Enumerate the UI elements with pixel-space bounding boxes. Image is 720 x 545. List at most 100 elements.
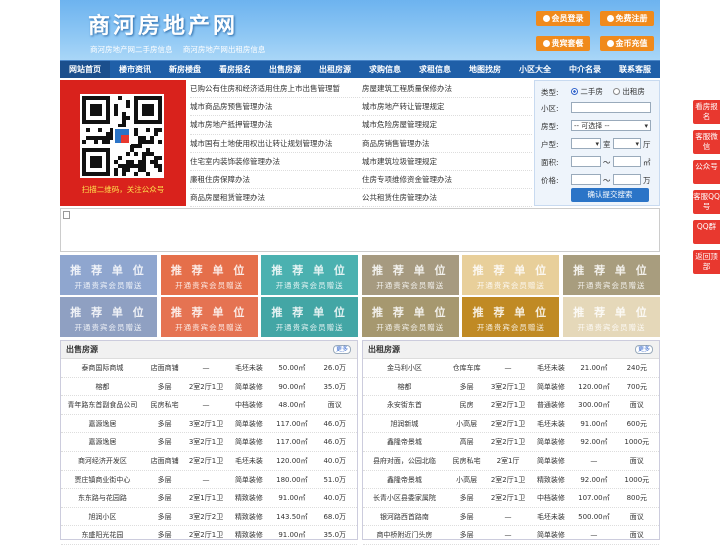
sidebar-viewing-signup[interactable]: 看房报名 (693, 100, 720, 124)
listing-row[interactable]: 旭润小区 多层 3室2厅2卫 精致装修 143.50㎡ 68.0万 (61, 508, 357, 527)
sidebar-qq-group[interactable]: QQ群 (693, 220, 720, 244)
policy-link[interactable]: 商品房屋租赁管理办法 (190, 189, 360, 208)
listing-row[interactable]: 青年路东首副食品公司 民房私宅 — 中档装修 48.00㎡ 面议 (61, 396, 357, 415)
recommended-unit-tile[interactable]: 推 荐 单 位开通贵宾会员赠送 (462, 297, 560, 337)
radio-secondhand[interactable]: 二手房 (571, 86, 603, 97)
recommended-unit-tile[interactable]: 推 荐 单 位开通贵宾会员赠送 (361, 255, 459, 295)
listing-row[interactable]: 东盛阳光花园 多层 2室2厅1卫 精致装修 91.00㎡ 35.0万 (61, 526, 357, 545)
recommended-unit-tile[interactable]: 推 荐 单 位开通贵宾会员赠送 (60, 297, 157, 337)
policy-link[interactable]: 城市商品房预售管理办法 (190, 98, 360, 117)
sublink-rental[interactable]: 商河房地产网出租房信息 (183, 45, 266, 54)
listing-cell[interactable]: 青年路东首副食品公司 (61, 396, 144, 414)
recommended-unit-tile[interactable]: 推 荐 单 位开通贵宾会员赠送 (261, 255, 359, 295)
listing-cell[interactable]: 贾庄镇商业街中心 (61, 471, 144, 489)
banner-ad[interactable] (60, 208, 660, 252)
listing-cell[interactable]: 县府对面，公园北临 (363, 452, 446, 470)
listing-row[interactable]: 贾庄镇商业街中心 多层 — 简单装修 180.00㎡ 51.0万 (61, 471, 357, 490)
policy-link[interactable]: 商品房销售管理办法 (362, 135, 532, 153)
sidebar-official-account[interactable]: 公众号 (693, 160, 720, 184)
community-input[interactable] (571, 102, 651, 113)
recommended-unit-tile[interactable]: 推 荐 单 位开通贵宾会员赠送 (60, 255, 157, 295)
listing-row[interactable]: 榕都 多层 3室2厅1卫 简单装修 120.00㎡ 700元 (363, 378, 659, 397)
recommended-unit-tile[interactable]: 推 荐 单 位开通贵宾会员赠送 (361, 297, 459, 337)
nav-sale[interactable]: 出售房源 (260, 61, 310, 78)
listing-cell[interactable]: 鑫隆帝景城 (363, 471, 446, 489)
listing-row[interactable]: 嘉源逸居 多层 3室2厅1卫 简单装修 117.00㎡ 46.0万 (61, 433, 357, 452)
listing-cell[interactable]: 东东路与花园路 (61, 489, 144, 507)
listing-row[interactable]: 嘉源逸居 多层 3室2厅1卫 简单装修 117.00㎡ 46.0万 (61, 415, 357, 434)
listing-cell[interactable]: 榕都 (363, 378, 446, 396)
recommended-unit-tile[interactable]: 推 荐 单 位开通贵宾会员赠送 (462, 255, 560, 295)
nav-viewing-signup[interactable]: 看房报名 (210, 61, 260, 78)
sale-more-button[interactable]: 更多 (333, 345, 351, 354)
sidebar-qq[interactable]: 客服QQ号 (693, 190, 720, 214)
nav-want-buy[interactable]: 求购信息 (360, 61, 410, 78)
policy-link[interactable]: 城市危险房屋管理规定 (362, 116, 532, 135)
listing-row[interactable]: 金马利小区 仓库车库 — 毛坯未装 21.00㎡ 240元 (363, 359, 659, 378)
nav-agents[interactable]: 中介名录 (560, 61, 610, 78)
nav-new-homes[interactable]: 新房楼盘 (160, 61, 210, 78)
listing-cell[interactable]: 旭润小区 (61, 508, 144, 526)
listing-cell[interactable]: 嘉源逸居 (61, 433, 144, 451)
listing-row[interactable]: 旭润新城 小高层 2室2厅1卫 毛坯未装 91.00㎡ 600元 (363, 415, 659, 434)
rooms-select[interactable]: ▾ (571, 138, 601, 149)
nav-want-rent[interactable]: 求租信息 (410, 61, 460, 78)
listing-cell[interactable]: 鑫隆帝景城 (363, 433, 446, 451)
listing-row[interactable]: 鑫隆帝景城 高层 2室2厅1卫 简单装修 92.00㎡ 1000元 (363, 433, 659, 452)
area-max-input[interactable] (613, 156, 641, 167)
recommended-unit-tile[interactable]: 推 荐 单 位开通贵宾会员赠送 (563, 297, 660, 337)
listing-cell[interactable]: 旭润新城 (363, 415, 446, 433)
listing-cell[interactable]: 永安街东首 (363, 396, 446, 414)
listing-cell[interactable]: 嘉源逸居 (61, 415, 144, 433)
sidebar-wechat[interactable]: 客服微信 (693, 130, 720, 154)
listing-row[interactable]: 榕都 多层 2室2厅1卫 简单装修 90.00㎡ 35.0万 (61, 378, 357, 397)
policy-link[interactable]: 已购公有住房和经济适用住房上市出售管理暂 (190, 80, 360, 99)
vip-package-button[interactable]: 贵宾套餐 (536, 36, 590, 51)
price-max-input[interactable] (613, 174, 641, 185)
policy-link[interactable]: 城市房地产转让管理规定 (362, 98, 532, 117)
listing-cell[interactable]: 商河经济开发区 (61, 452, 144, 470)
search-submit-button[interactable]: 确认提交搜索 (571, 188, 649, 202)
nav-home[interactable]: 网站首页 (60, 61, 110, 78)
listing-cell[interactable]: 银河路西首路南 (363, 508, 446, 526)
listing-cell[interactable]: 商中桥附近门头房 (363, 526, 446, 544)
housetype-select[interactable]: -- 可选择 -- ▾ (571, 120, 651, 131)
listing-cell[interactable]: 泰商国际商城 (61, 359, 144, 377)
listing-row[interactable]: 县府对面，公园北临 民房私宅 2室1厅 简单装修 — 面议 (363, 452, 659, 471)
nav-map[interactable]: 地图找房 (460, 61, 510, 78)
rent-more-button[interactable]: 更多 (635, 345, 653, 354)
halls-select[interactable]: ▾ (613, 138, 641, 149)
policy-link[interactable]: 住宅室内装饰装修管理办法 (190, 153, 360, 171)
nav-contact[interactable]: 联系客服 (610, 61, 660, 78)
listing-cell[interactable]: 东盛阳光花园 (61, 526, 144, 544)
policy-link[interactable]: 城市国有土地使用权出让转让规划管理办法 (190, 135, 360, 153)
listing-row[interactable]: 东东路与花园路 多层 2室1厅1卫 精致装修 91.00㎡ 40.0万 (61, 489, 357, 508)
policy-link[interactable]: 廉租住房保障办法 (190, 171, 360, 190)
recommended-unit-tile[interactable]: 推 荐 单 位开通贵宾会员赠送 (160, 297, 258, 337)
policy-link[interactable]: 房屋建筑工程质量保修办法 (362, 80, 532, 99)
nav-communities[interactable]: 小区大全 (510, 61, 560, 78)
sidebar-back-to-top[interactable]: 返回顶部 (693, 250, 720, 274)
recommended-unit-tile[interactable]: 推 荐 单 位开通贵宾会员赠送 (261, 297, 359, 337)
listing-row[interactable]: 银河路西首路南 多层 — 毛坯未装 500.00㎡ 面议 (363, 508, 659, 527)
listing-cell[interactable]: 长青小区县委家属院 (363, 489, 446, 507)
listing-cell[interactable]: 榕都 (61, 378, 144, 396)
nav-news[interactable]: 楼市资讯 (110, 61, 160, 78)
radio-rental[interactable]: 出租房 (613, 86, 645, 97)
policy-link[interactable]: 公共租赁住房管理办法 (362, 189, 532, 208)
listing-row[interactable]: 商中桥附近门头房 多层 — 简单装修 — 面议 (363, 526, 659, 545)
nav-rent[interactable]: 出租房源 (310, 61, 360, 78)
recommended-unit-tile[interactable]: 推 荐 单 位开通贵宾会员赠送 (563, 255, 660, 295)
policy-link[interactable]: 城市建筑垃圾管理规定 (362, 153, 532, 171)
price-min-input[interactable] (571, 174, 601, 185)
listing-row[interactable]: 长青小区县委家属院 多层 2室2厅1卫 中档装修 107.00㎡ 800元 (363, 489, 659, 508)
policy-link[interactable]: 住房专项维修资金管理办法 (362, 171, 532, 190)
listing-row[interactable]: 永安街东首 民房 2室2厅1卫 普通装修 300.00㎡ 面议 (363, 396, 659, 415)
recommended-unit-tile[interactable]: 推 荐 单 位开通贵宾会员赠送 (160, 255, 258, 295)
site-logo[interactable]: 商河房地产网 (88, 8, 238, 40)
policy-link[interactable]: 城市房地产抵押管理办法 (190, 116, 360, 135)
register-button[interactable]: 免费注册 (600, 11, 654, 26)
listing-row[interactable]: 商河经济开发区 店面商铺 2室2厅1卫 毛坯未装 120.00㎡ 40.0万 (61, 452, 357, 471)
listing-cell[interactable]: 金马利小区 (363, 359, 446, 377)
recharge-button[interactable]: 金币充值 (600, 36, 654, 51)
